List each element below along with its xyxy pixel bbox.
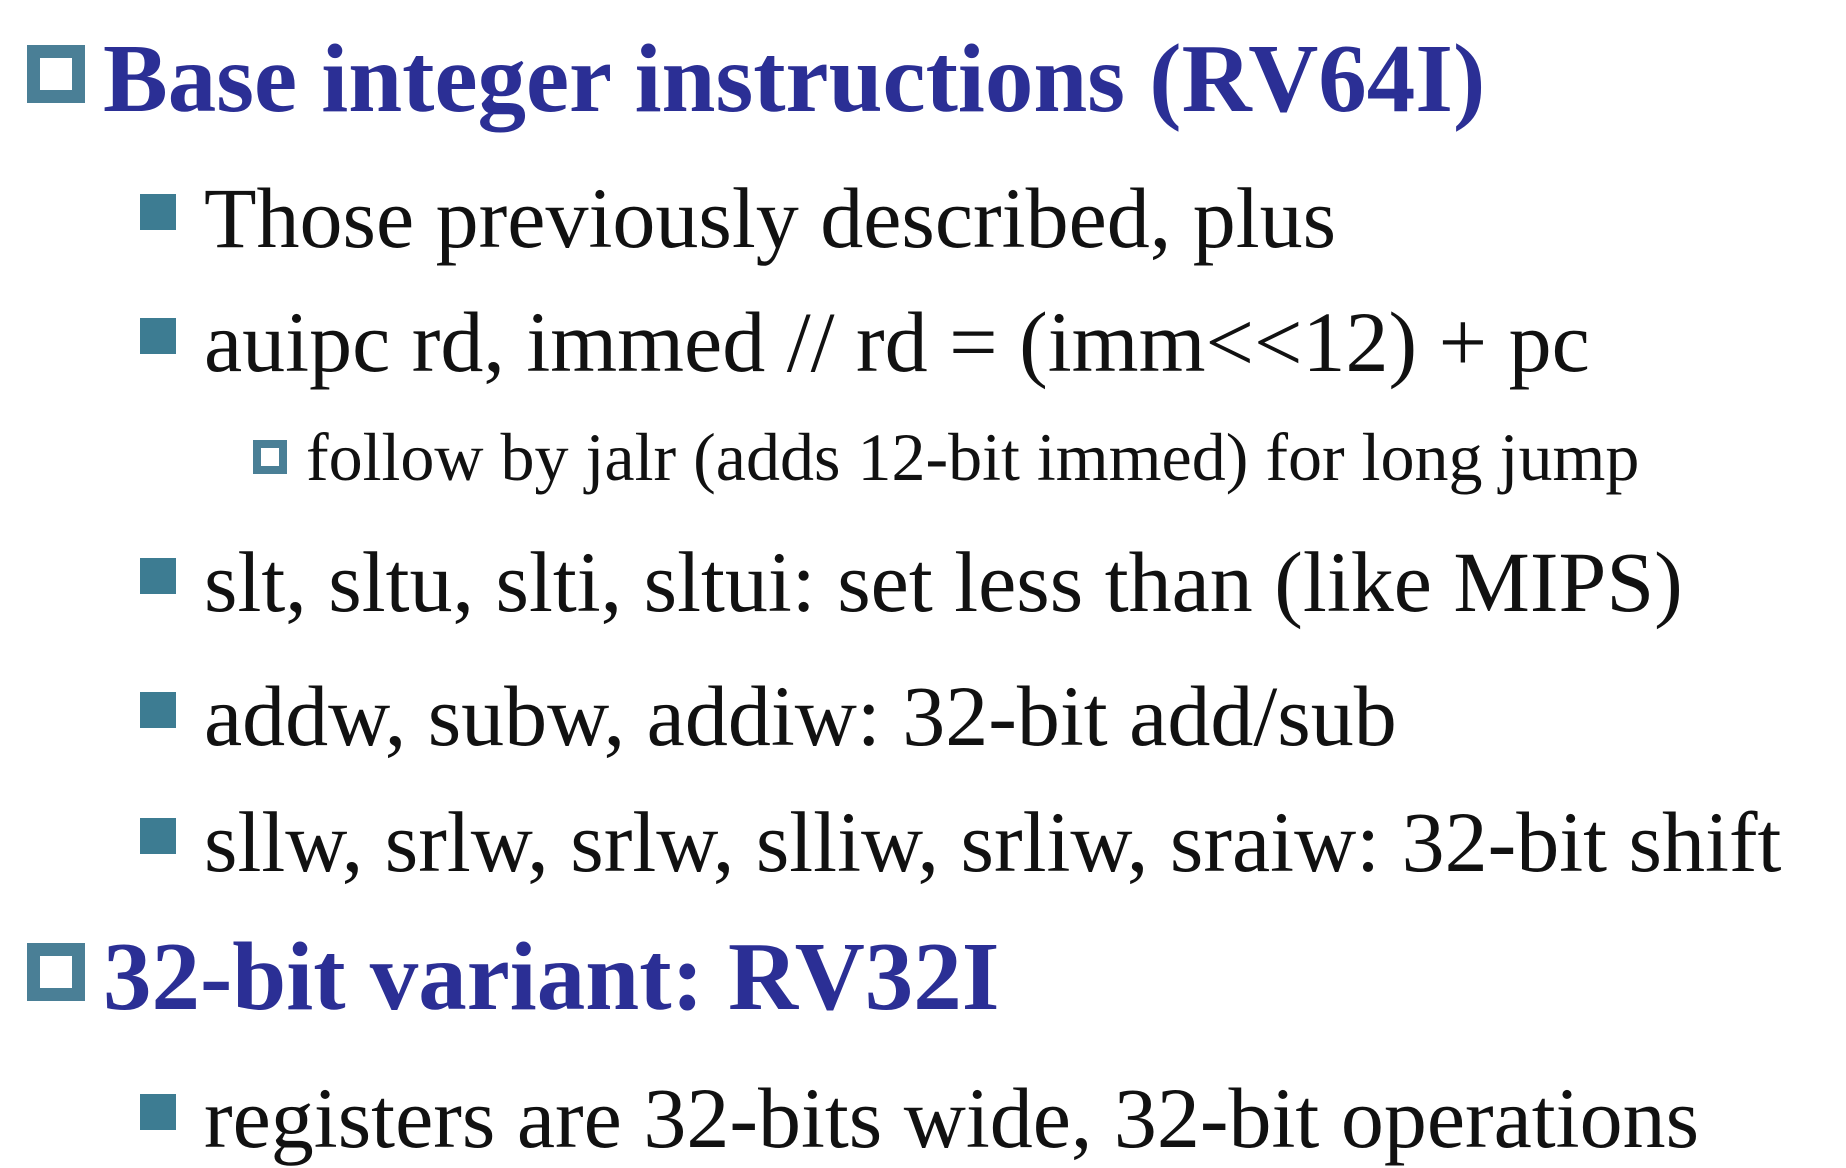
heading-rv32i: 32-bit variant: RV32I [103,923,1000,1030]
heading-base-integer: Base integer instructions (RV64I) [103,25,1486,132]
solid-square-icon [140,1094,176,1130]
hollow-square-icon [253,440,287,474]
bullet-previously-described: Those previously described, plus [204,170,1337,266]
bullet-sllw: sllw, srlw, srlw, slliw, srliw, sraiw: 3… [204,794,1782,890]
bullet-addw: addw, subw, addiw: 32-bit add/sub [204,668,1397,764]
solid-square-icon [140,692,176,728]
solid-square-icon [140,194,176,230]
hollow-square-icon [27,943,85,1001]
bullet-slt: slt, sltu, slti, sltui: set less than (l… [204,534,1683,630]
solid-square-icon [140,818,176,854]
slide: Base integer instructions (RV64I) Those … [0,0,1846,1166]
solid-square-icon [140,318,176,354]
hollow-square-icon [27,45,85,103]
bullet-auipc: auipc rd, immed // rd = (imm<<12) + pc [204,294,1590,390]
solid-square-icon [140,558,176,594]
sub-bullet-jalr: follow by jalr (adds 12-bit immed) for l… [306,419,1640,495]
bullet-registers: registers are 32-bits wide, 32-bit opera… [204,1070,1700,1166]
